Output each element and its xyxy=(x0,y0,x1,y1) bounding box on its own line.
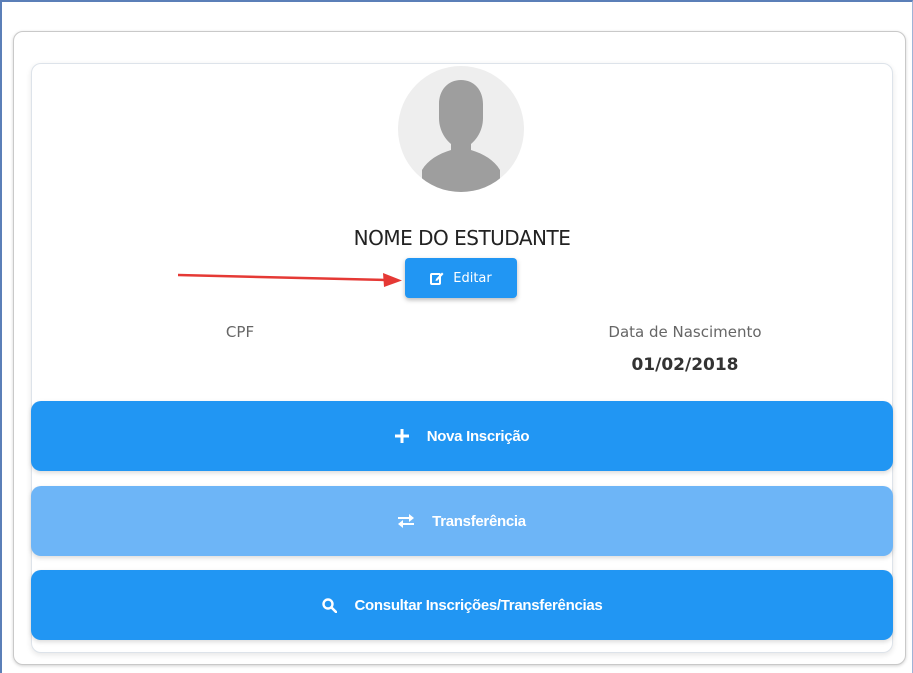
edit-icon xyxy=(430,271,444,285)
search-icon xyxy=(321,597,337,613)
transfer-label: Transferência xyxy=(432,512,526,530)
annotation-arrow-icon xyxy=(178,273,402,287)
new-registration-button[interactable]: Nova Inscrição xyxy=(31,401,893,471)
edit-button-label: Editar xyxy=(453,270,492,286)
edit-button[interactable]: Editar xyxy=(405,258,517,298)
transfer-button[interactable]: Transferência xyxy=(31,486,893,556)
birth-date-value: 01/02/2018 xyxy=(631,355,739,375)
student-name: NOME DO ESTUDANTE xyxy=(353,226,571,250)
avatar xyxy=(398,66,524,192)
plus-icon xyxy=(394,429,409,443)
person-silhouette-icon xyxy=(422,80,500,192)
cpf-label: CPF xyxy=(225,323,255,341)
swap-icon xyxy=(398,514,415,528)
query-registrations-label: Consultar Inscrições/Transferências xyxy=(354,596,603,614)
query-registrations-button[interactable]: Consultar Inscrições/Transferências xyxy=(31,570,893,640)
new-registration-label: Nova Inscrição xyxy=(426,427,530,445)
birth-date-label: Data de Nascimento xyxy=(608,323,762,341)
